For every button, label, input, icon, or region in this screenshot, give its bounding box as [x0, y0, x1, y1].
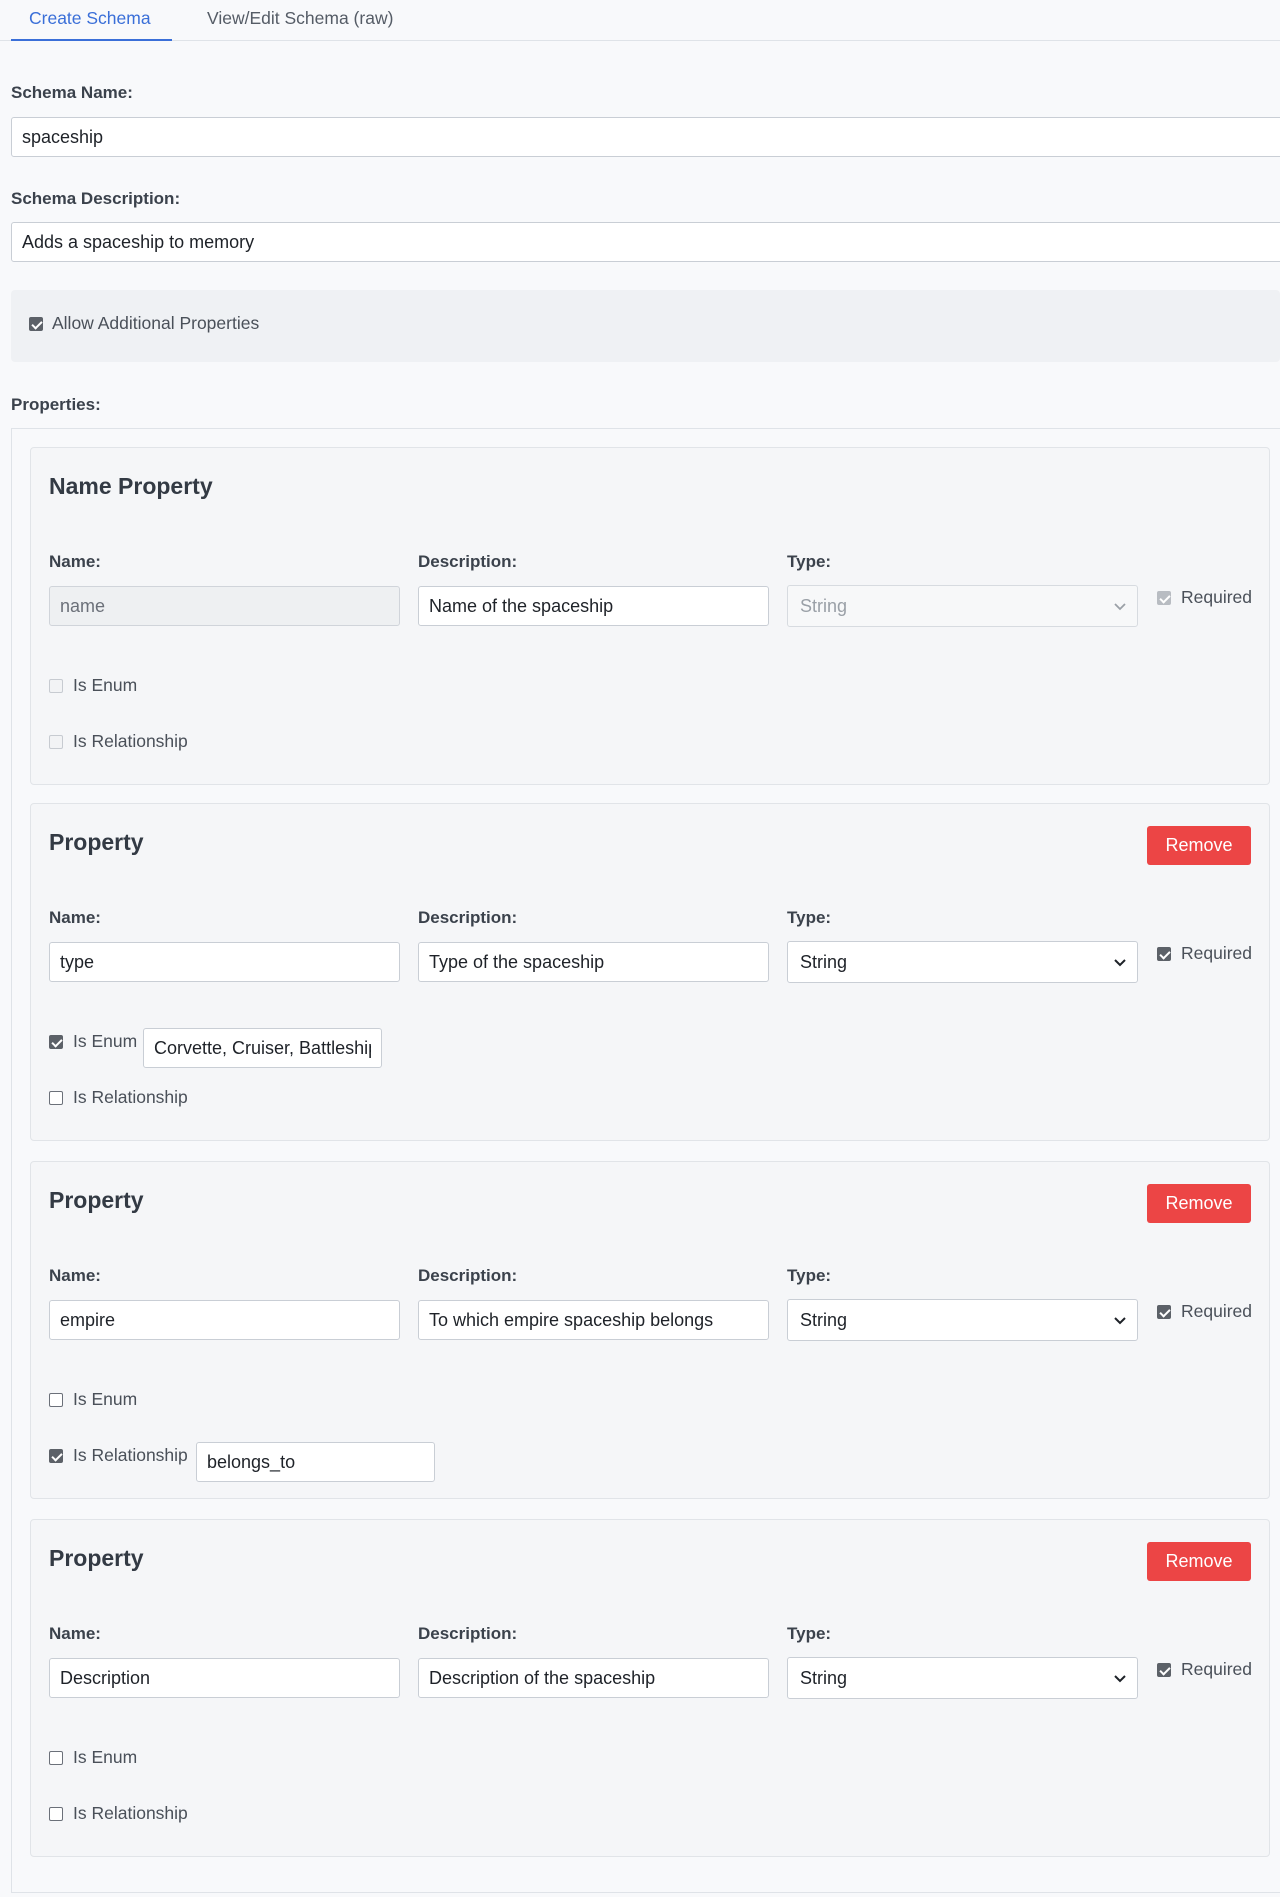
is-enum-checkbox[interactable] — [49, 1035, 63, 1049]
schema-name-input[interactable] — [11, 117, 1280, 157]
properties-label: Properties: — [11, 395, 101, 414]
name-label: Name: — [49, 1624, 101, 1643]
property-description-input[interactable] — [418, 1300, 769, 1340]
allow-additional-checkbox[interactable] — [29, 317, 43, 331]
name-label: Name: — [49, 908, 101, 927]
type-select-value: String — [800, 596, 848, 616]
property-type-select[interactable]: String — [787, 1299, 1138, 1341]
property-name-input — [49, 586, 400, 626]
enum-values-input[interactable] — [143, 1028, 382, 1068]
required-checkbox[interactable] — [1157, 947, 1171, 961]
allow-additional-label: Allow Additional Properties — [52, 313, 260, 333]
tab-view-edit-schema-raw[interactable]: View/Edit Schema (raw) — [207, 0, 393, 41]
name-label: Name: — [49, 552, 101, 571]
is-enum-label: Is Enum — [73, 1031, 138, 1051]
card-title: Property — [49, 1187, 144, 1213]
relationship-name-input[interactable] — [196, 1442, 435, 1482]
property-card-type: Property Remove Name: Description: Type:… — [30, 803, 1270, 1141]
is-relationship-checkbox[interactable] — [49, 1807, 63, 1821]
is-enum-label: Is Enum — [73, 1389, 138, 1409]
type-select-value: String — [800, 1668, 848, 1688]
property-card-description: Property Remove Name: Description: Type:… — [30, 1519, 1270, 1857]
is-relationship-label: Is Relationship — [73, 1803, 188, 1823]
is-relationship-label: Is Relationship — [73, 731, 188, 751]
required-label: Required — [1181, 1659, 1253, 1679]
property-type-select: String — [787, 585, 1138, 627]
property-card-name: Name Property Name: Description: Type: S… — [30, 447, 1270, 785]
remove-button[interactable]: Remove — [1147, 1184, 1251, 1223]
tab-create-schema[interactable]: Create Schema — [11, 0, 172, 41]
is-relationship-checkbox[interactable] — [49, 1091, 63, 1105]
schema-description-label: Schema Description: — [11, 189, 181, 208]
chevron-down-icon — [1114, 959, 1126, 967]
type-label: Type: — [787, 908, 832, 927]
remove-button[interactable]: Remove — [1147, 1542, 1251, 1581]
schema-name-label: Schema Name: — [11, 83, 133, 102]
type-select-value: String — [800, 1310, 848, 1330]
allow-additional-panel: Allow Additional Properties — [11, 290, 1280, 362]
property-description-input[interactable] — [418, 1658, 769, 1698]
chevron-down-icon — [1114, 1675, 1126, 1683]
property-card-empire: Property Remove Name: Description: Type:… — [30, 1161, 1270, 1499]
name-label: Name: — [49, 1266, 101, 1285]
required-checkbox — [1157, 591, 1171, 605]
property-description-input[interactable] — [418, 586, 769, 626]
property-type-select[interactable]: String — [787, 941, 1138, 983]
is-enum-checkbox[interactable] — [49, 1393, 63, 1407]
type-label: Type: — [787, 1266, 832, 1285]
description-label: Description: — [418, 1266, 518, 1285]
property-type-select[interactable]: String — [787, 1657, 1138, 1699]
type-label: Type: — [787, 552, 832, 571]
schema-description-input[interactable] — [11, 222, 1280, 262]
chevron-down-icon — [1114, 1317, 1126, 1325]
property-description-input[interactable] — [418, 942, 769, 982]
description-label: Description: — [418, 552, 518, 571]
property-name-input[interactable] — [49, 942, 400, 982]
is-enum-label: Is Enum — [73, 675, 138, 695]
is-enum-label: Is Enum — [73, 1747, 138, 1767]
description-label: Description: — [418, 1624, 518, 1643]
card-title: Property — [49, 1545, 144, 1571]
remove-button[interactable]: Remove — [1147, 826, 1251, 865]
is-relationship-checkbox[interactable] — [49, 1449, 63, 1463]
is-enum-checkbox — [49, 679, 63, 693]
card-title: Property — [49, 829, 144, 855]
type-label: Type: — [787, 1624, 832, 1643]
required-label: Required — [1181, 1301, 1253, 1321]
required-label: Required — [1181, 943, 1253, 963]
property-name-input[interactable] — [49, 1658, 400, 1698]
property-name-input[interactable] — [49, 1300, 400, 1340]
is-relationship-checkbox — [49, 735, 63, 749]
required-checkbox[interactable] — [1157, 1663, 1171, 1677]
is-enum-checkbox[interactable] — [49, 1751, 63, 1765]
chevron-down-icon — [1114, 603, 1126, 611]
required-checkbox[interactable] — [1157, 1305, 1171, 1319]
required-label: Required — [1181, 587, 1253, 607]
type-select-value: String — [800, 952, 848, 972]
tab-bar: Create Schema View/Edit Schema (raw) — [0, 0, 1280, 41]
is-relationship-label: Is Relationship — [73, 1445, 188, 1465]
card-title: Name Property — [49, 473, 213, 499]
is-relationship-label: Is Relationship — [73, 1087, 188, 1107]
description-label: Description: — [418, 908, 518, 927]
